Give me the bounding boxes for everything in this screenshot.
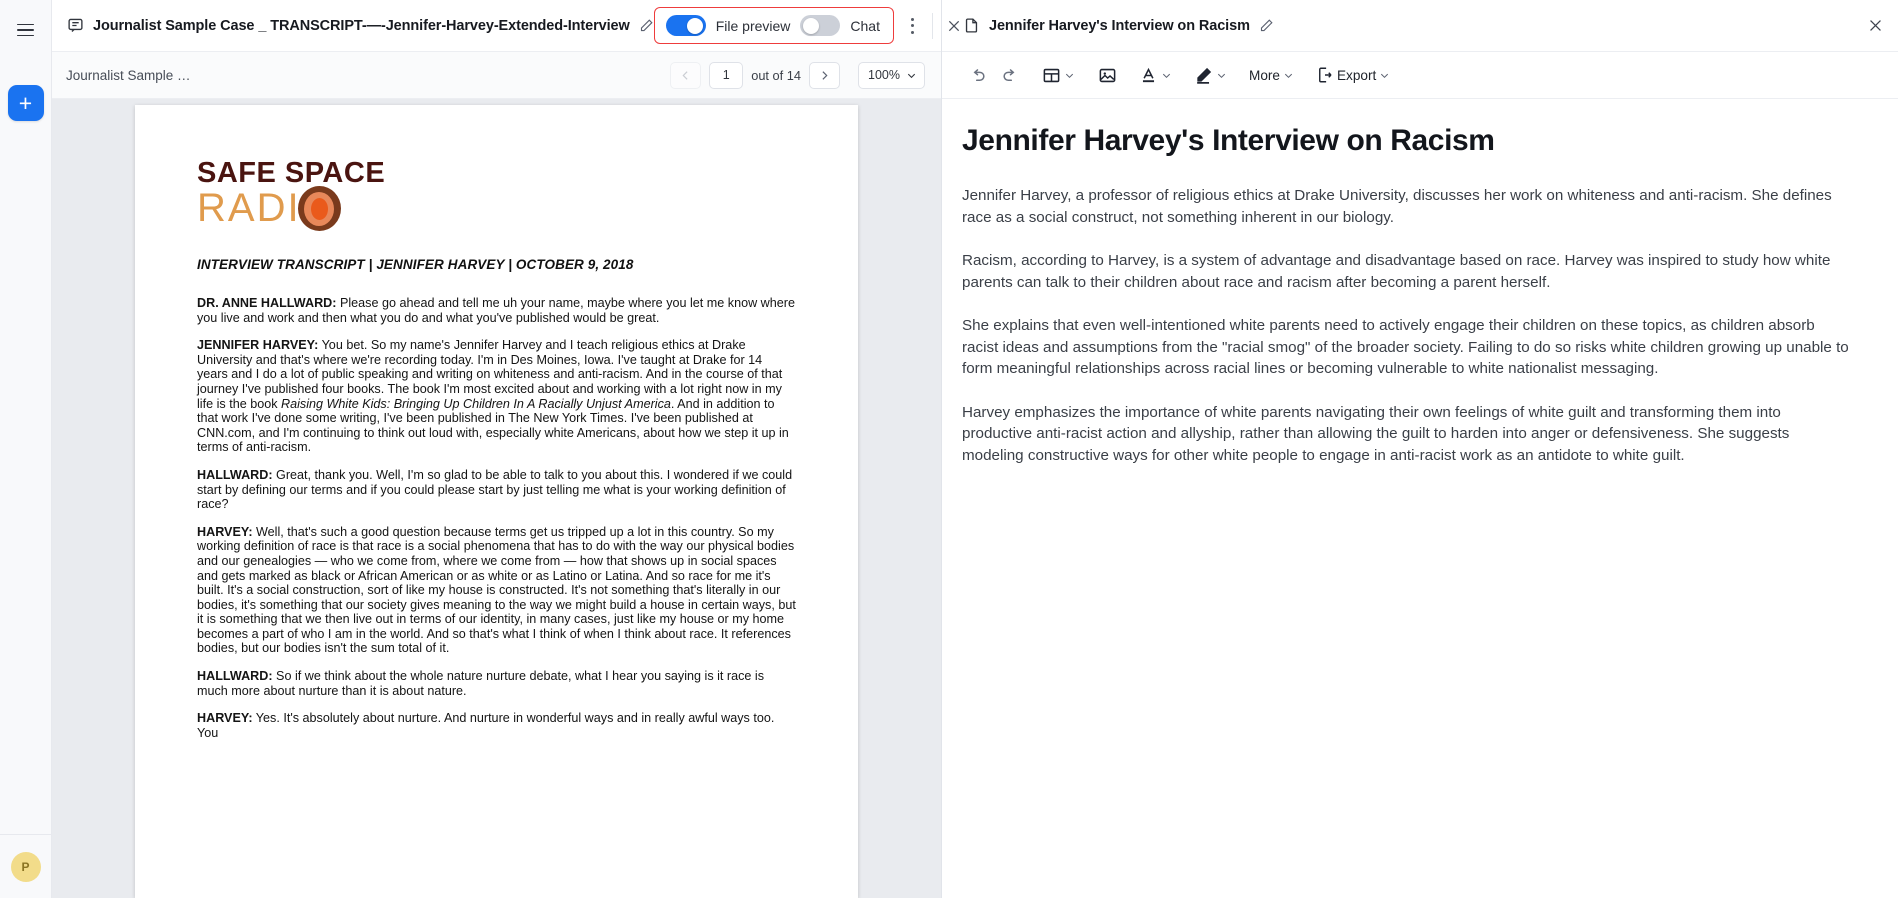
- editor-panel: Jennifer Harvey's Interview on Racism Mo…: [942, 0, 1898, 898]
- page-number-input[interactable]: 1: [709, 61, 744, 89]
- app-root: + P Journalist Sample Case _ TRANSCRIPT-…: [0, 0, 1898, 898]
- pencil-icon[interactable]: [1259, 18, 1274, 33]
- zoom-select[interactable]: 100%: [858, 61, 925, 89]
- speaker-label: JENNIFER HARVEY:: [197, 338, 319, 353]
- export-button[interactable]: Export: [1311, 60, 1395, 90]
- editor-paragraph: Jennifer Harvey, a professor of religiou…: [962, 187, 1832, 226]
- divider: [931, 12, 933, 39]
- page-navigation: 1 out of 14 100%: [670, 61, 925, 89]
- more-menu-label: More: [1249, 67, 1280, 83]
- radio-dot-mark: [297, 186, 341, 231]
- add-new-button[interactable]: +: [7, 85, 44, 121]
- file-preview-header: Journalist Sample Case _ TRANSCRIPT-—-Je…: [52, 0, 960, 52]
- file-preview-toggle[interactable]: [665, 15, 706, 36]
- hamburger-icon[interactable]: [13, 17, 39, 43]
- transcript-paragraph: HALLWARD: Great, thank you. Well, I'm so…: [197, 468, 796, 512]
- rail-top: [13, 0, 39, 60]
- editor-toolbar: More Export: [942, 52, 1898, 99]
- file-preview-toggle-label: File preview: [715, 17, 791, 34]
- prev-page-button[interactable]: [670, 61, 702, 89]
- editor-doc-title: Jennifer Harvey's Interview on Racism: [962, 124, 1495, 157]
- chat-toggle-label: Chat: [850, 17, 880, 34]
- logo-line-2: RADI: [197, 186, 301, 230]
- chevron-down-icon: [1381, 73, 1389, 78]
- speaker-label: HALLWARD:: [197, 467, 273, 482]
- table-icon[interactable]: [1037, 60, 1080, 90]
- editor-paragraph: Harvey emphasizes the importance of whit…: [962, 403, 1790, 464]
- rail-bottom: P: [0, 834, 51, 898]
- editor-paragraph: Racism, according to Harvey, is a system…: [962, 252, 1831, 291]
- preview-toolbar: Journalist Sample … 1 out of 14 100%: [52, 52, 941, 99]
- chevron-down-icon: [1162, 73, 1171, 78]
- close-icon[interactable]: [1867, 17, 1884, 34]
- image-icon[interactable]: [1092, 60, 1122, 90]
- speech-text: So if we think about the whole nature nu…: [197, 669, 765, 698]
- page-total-label: out of 14: [751, 67, 802, 83]
- undo-icon[interactable]: [962, 60, 992, 90]
- export-label: Export: [1336, 67, 1377, 83]
- breadcrumb[interactable]: Journalist Sample …: [66, 68, 191, 83]
- text-color-icon[interactable]: [1134, 60, 1177, 90]
- zoom-value: 100%: [868, 68, 900, 82]
- chevron-down-icon: [1065, 73, 1074, 78]
- kebab-menu-icon[interactable]: [902, 11, 924, 41]
- editor-content[interactable]: Jennifer Harvey's Interview on Racism Je…: [942, 99, 1898, 898]
- page-title: Journalist Sample Case _ TRANSCRIPT-—-Je…: [93, 17, 630, 34]
- pencil-icon[interactable]: [639, 18, 654, 33]
- document-page: SAFE SPACE RADI INTERVIEW TRANSCRIPT | J…: [135, 105, 858, 898]
- document-viewport[interactable]: SAFE SPACE RADI INTERVIEW TRANSCRIPT | J…: [52, 99, 941, 898]
- highlight-pen-icon[interactable]: [1189, 60, 1232, 90]
- transcript-paragraph: HARVEY: Yes. It's absolutely about nurtu…: [197, 711, 796, 740]
- speech-text: Well, that's such a good question becaus…: [197, 524, 796, 656]
- transcript-file-icon: [66, 17, 84, 35]
- speech-text: Great, thank you. Well, I'm so glad to b…: [197, 467, 793, 512]
- more-menu-button[interactable]: More: [1244, 60, 1299, 90]
- file-preview-panel: Journalist Sample Case _ TRANSCRIPT-—-Je…: [52, 0, 960, 898]
- safe-space-radio-logo: SAFE SPACE RADI: [197, 157, 796, 231]
- editor-header: Jennifer Harvey's Interview on Racism: [942, 0, 1898, 52]
- close-icon[interactable]: [941, 13, 967, 39]
- chevron-down-icon: [1284, 73, 1293, 78]
- transcript-paragraph: DR. ANNE HALLWARD: Please go ahead and t…: [197, 296, 796, 325]
- transcript-heading: INTERVIEW TRANSCRIPT | JENNIFER HARVEY |…: [197, 257, 634, 272]
- left-rail: + P: [0, 0, 52, 898]
- speaker-label: HALLWARD:: [197, 669, 273, 684]
- speaker-label: DR. ANNE HALLWARD:: [197, 296, 337, 310]
- redo-icon[interactable]: [995, 60, 1025, 90]
- editor-title: Jennifer Harvey's Interview on Racism: [989, 17, 1250, 34]
- transcript-paragraph: JENNIFER HARVEY: You bet. So my name's J…: [197, 338, 796, 455]
- avatar[interactable]: P: [10, 851, 41, 882]
- file-preview-header-actions: File preview Chat: [653, 7, 967, 44]
- chevron-down-icon: [1217, 73, 1226, 78]
- next-page-button[interactable]: [809, 61, 841, 89]
- chevron-down-icon: [907, 73, 916, 78]
- speaker-label: HARVEY:: [197, 524, 253, 539]
- chat-toggle[interactable]: [800, 15, 841, 36]
- transcript-paragraph: HARVEY: Well, that's such a good questio…: [197, 525, 796, 656]
- logo-line-2-row: RADI: [197, 186, 796, 231]
- view-mode-toggle-group: File preview Chat: [653, 7, 894, 44]
- speech-text: Yes. It's absolutely about nurture. And …: [197, 711, 775, 740]
- transcript-paragraph: HALLWARD: So if we think about the whole…: [197, 669, 796, 698]
- book-title: Raising White Kids: Bringing Up Children…: [281, 396, 671, 411]
- editor-paragraph: She explains that even well-intentioned …: [962, 317, 1849, 377]
- speaker-label: HARVEY:: [197, 711, 253, 726]
